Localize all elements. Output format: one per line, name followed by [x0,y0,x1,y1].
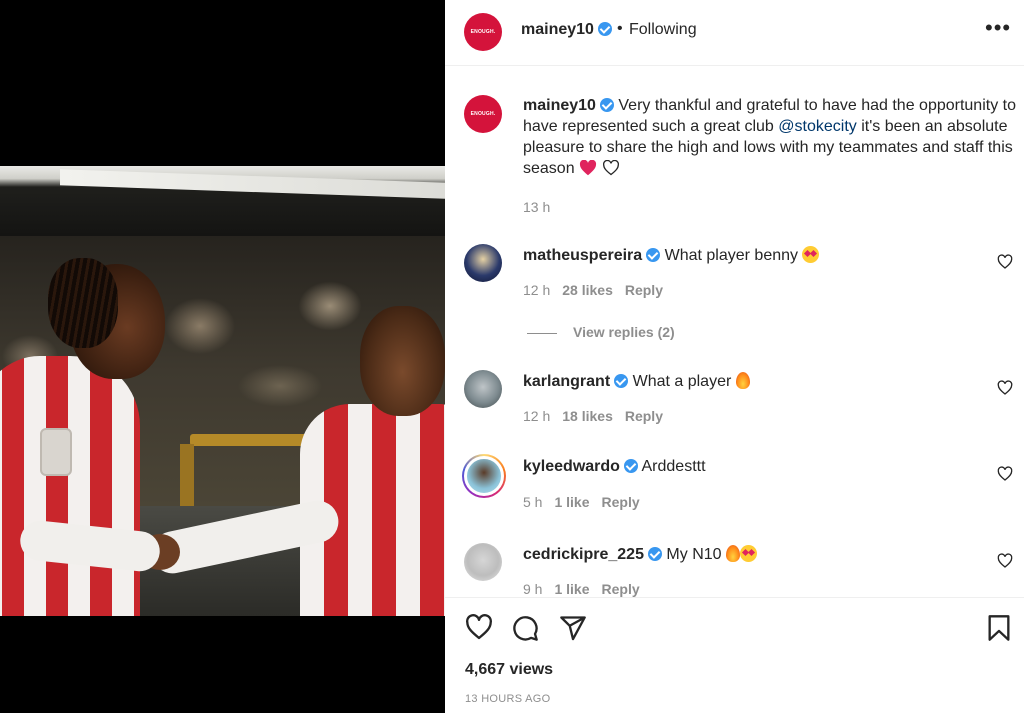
more-icon[interactable]: ••• [985,17,1010,42]
comment-time[interactable]: 5 h [523,494,542,510]
white-heart-icon [602,160,619,176]
avatar[interactable] [464,456,504,496]
comment-text: karlangrant What a player [523,372,750,391]
comment-meta: 12 h 18 likes Reply [523,408,675,424]
avatar[interactable]: ENOUGH. [464,95,502,133]
comment-username[interactable]: matheuspereira [523,247,642,264]
caption-text: mainey10 Very thankful and grateful to h… [523,97,1016,177]
fire-emoji-icon [735,372,750,389]
view-count[interactable]: 4,667 views [465,661,553,679]
post-timestamp[interactable]: 13 HOURS AGO [465,693,551,705]
comment-item: kyleedwardo Arddesttt 5 h 1 like Reply [445,454,1024,536]
comment-likes[interactable]: 28 likes [562,282,613,298]
reply-button[interactable]: Reply [602,581,640,597]
separator-dot: • [617,20,623,37]
verified-icon [647,547,662,561]
comment-likes[interactable]: 1 like [554,494,589,510]
post-header: ENOUGH. mainey10 • Following ••• [445,0,1024,66]
view-replies-button[interactable]: View replies (2) [527,324,675,340]
stadium-roof [0,166,445,236]
heart-icon[interactable] [465,614,493,642]
comment-meta: 9 h 1 like Reply [523,581,652,597]
avatar[interactable] [464,370,502,408]
heart-icon[interactable] [997,380,1013,396]
reply-button[interactable]: Reply [625,408,663,424]
caption-timestamp[interactable]: 13 h [523,199,550,215]
comment-time[interactable]: 12 h [523,408,550,424]
avatar[interactable]: ENOUGH. [464,13,502,51]
bookmark-icon[interactable] [985,614,1013,642]
star-struck-emoji-icon [802,246,820,263]
following-button[interactable]: Following [629,21,697,39]
video-frame[interactable] [0,166,445,616]
verified-icon [614,374,629,388]
share-icon[interactable] [559,614,587,642]
verified-icon [599,98,614,112]
caption-username[interactable]: mainey10 [523,97,596,114]
comment-username[interactable]: cedrickipre_225 [523,546,644,563]
verified-icon [597,22,612,36]
comment-meta: 5 h 1 like Reply [523,494,652,510]
comment-item: cedrickipre_225 My N10 9 h 1 like Reply [445,543,1024,597]
comment-text: matheuspereira What player benny [523,246,820,265]
comment-icon[interactable] [511,614,539,642]
comment-text: kyleedwardo Arddesttt [523,458,706,475]
verified-icon [623,459,638,473]
avatar[interactable] [464,543,502,581]
comment-likes[interactable]: 18 likes [562,408,613,424]
comment-time[interactable]: 9 h [523,581,542,597]
mention-link[interactable]: @stokecity [778,118,856,135]
reply-button[interactable]: Reply [602,494,640,510]
comment-time[interactable]: 12 h [523,282,550,298]
comments-list[interactable]: ENOUGH. mainey10 Very thankful and grate… [445,67,1024,597]
comment-meta: 12 h 28 likes Reply [523,282,675,298]
verified-icon [646,248,661,262]
reply-button[interactable]: Reply [625,282,663,298]
post-details-panel: ENOUGH. mainey10 • Following ••• ENOUGH.… [445,0,1024,713]
heart-icon[interactable] [997,553,1013,569]
comment-username[interactable]: karlangrant [523,373,610,390]
comment-item: karlangrant What a player 12 h 18 likes Re… [445,370,1024,450]
fire-emoji-icon [726,545,740,562]
post-username[interactable]: mainey10 [521,21,612,39]
comment-username[interactable]: kyleedwardo [523,458,620,475]
heart-icon[interactable] [997,466,1013,482]
comment-likes[interactable]: 1 like [554,581,589,597]
comment-text: cedrickipre_225 My N10 [523,545,757,564]
avatar[interactable] [464,244,502,282]
post-caption: ENOUGH. mainey10 Very thankful and grate… [445,67,1024,227]
post-media[interactable] [0,0,445,713]
player-one [0,356,140,616]
heart-icon[interactable] [997,254,1013,270]
red-heart-icon [580,160,597,176]
post-actions: 4,667 views 13 HOURS AGO [445,597,1024,713]
comment-item: matheuspereira What player benny 12 h 28 … [445,244,1024,324]
star-struck-emoji-icon [740,545,757,562]
